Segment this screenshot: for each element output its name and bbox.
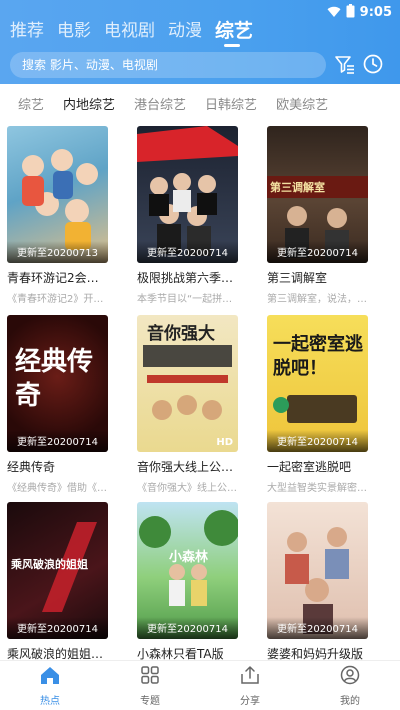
list-item[interactable]: 乘风破浪的姐姐 更新至20200714 乘风破浪的姐姐会… <box>7 502 108 662</box>
poster-image: 第三调解室 更新至20200714 <box>267 126 368 263</box>
wifi-icon <box>327 3 341 22</box>
poster-title: 乘风破浪的姐姐 <box>11 558 88 571</box>
status-bar: 9:05 <box>0 0 400 22</box>
poster-image: 更新至20200713 <box>7 126 108 263</box>
nav-label: 分享 <box>240 695 260 707</box>
list-item[interactable]: 经典传奇 更新至20200714 经典传奇 《经典传奇》借助《… <box>7 315 108 494</box>
tab-tv-series[interactable]: 电视剧 <box>104 20 155 42</box>
card-title: 音你强大线上公益… <box>137 460 238 474</box>
header: 9:05 推荐 电影 电视剧 动漫 综艺 搜索 影片、动漫、电视剧 <box>0 0 400 84</box>
update-label: 更新至20200714 <box>267 430 368 452</box>
update-label: 更新至20200714 <box>267 617 368 639</box>
update-label: 更新至20200714 <box>137 617 238 639</box>
nav-label: 专题 <box>140 695 160 707</box>
topics-icon <box>140 665 160 689</box>
card-title: 一起密室逃脱吧 <box>267 460 352 474</box>
card-title: 经典传奇 <box>7 460 56 474</box>
card-desc: 《音你强大》线上公… <box>137 483 237 494</box>
list-item[interactable]: 音你强大 HD 音你强大线上公益… 《音你强大》线上公… <box>137 315 238 494</box>
poster-image: 更新至20200714 <box>267 502 368 639</box>
subtab-variety[interactable]: 综艺 <box>18 94 44 113</box>
list-item[interactable]: 更新至20200714 极限挑战第六季特… 本季节目以“一起拼… <box>137 126 238 305</box>
main-tabs: 推荐 电影 电视剧 动漫 综艺 <box>10 20 253 47</box>
list-item[interactable]: 一起密室逃脱吧！ 更新至20200714 一起密室逃脱吧 大型益智类实景解密… <box>267 315 368 494</box>
list-item[interactable]: 更新至20200714 婆婆和妈妈升级版 <box>267 502 368 662</box>
list-item[interactable]: 第三调解室 更新至20200714 第三调解室 第三调解室，说法，… <box>267 126 368 305</box>
update-label: 更新至20200713 <box>7 241 108 263</box>
card-desc: 大型益智类实景解密… <box>267 483 367 494</box>
update-label: 更新至20200714 <box>267 241 368 263</box>
poster-image: 一起密室逃脱吧！ 更新至20200714 <box>267 315 368 452</box>
update-label: 更新至20200714 <box>137 241 238 263</box>
subtab-jp-kr[interactable]: 日韩综艺 <box>205 94 257 113</box>
card-desc: 《经典传奇》借助《… <box>7 483 107 494</box>
home-icon <box>39 665 61 689</box>
update-label: 更新至20200714 <box>7 617 108 639</box>
nav-label: 热点 <box>40 695 60 707</box>
hd-badge: HD <box>216 437 233 448</box>
filter-icon[interactable] <box>334 53 356 75</box>
card-desc: 第三调解室，说法，… <box>267 294 367 305</box>
poster-image: 小森林 更新至20200714 <box>137 502 238 639</box>
list-item[interactable]: 小森林 更新至20200714 小森林只看TA版 <box>137 502 238 662</box>
poster-title: 一起密室逃脱吧！ <box>273 334 363 379</box>
subtab-western[interactable]: 欧美综艺 <box>276 94 328 113</box>
poster-title: 第三调解室 <box>270 181 325 194</box>
subtab-hk-tw[interactable]: 港台综艺 <box>134 94 186 113</box>
card-title: 极限挑战第六季特… <box>137 271 238 285</box>
share-icon <box>239 665 261 689</box>
nav-hot[interactable]: 热点 <box>0 661 100 710</box>
card-title: 第三调解室 <box>267 271 328 285</box>
tab-variety[interactable]: 综艺 <box>215 20 253 47</box>
poster-image: 经典传奇 更新至20200714 <box>7 315 108 452</box>
poster-image: 音你强大 HD <box>137 315 238 452</box>
card-desc: 《青春环游记2》开… <box>7 294 104 305</box>
poster-image: 乘风破浪的姐姐 更新至20200714 <box>7 502 108 639</box>
status-time: 9:05 <box>359 5 392 20</box>
poster-title: 经典传奇 <box>15 347 94 411</box>
subtab-mainland[interactable]: 内地综艺 <box>63 94 115 113</box>
poster-image: 更新至20200714 <box>137 126 238 263</box>
tab-recommend[interactable]: 推荐 <box>10 20 44 42</box>
nav-share[interactable]: 分享 <box>200 661 300 710</box>
card-desc: 本季节目以“一起拼… <box>137 294 233 305</box>
list-item[interactable]: 更新至20200713 青春环游记2会员版 《青春环游记2》开… <box>7 126 108 305</box>
search-input[interactable]: 搜索 影片、动漫、电视剧 <box>10 52 326 78</box>
nav-label: 我的 <box>340 695 360 707</box>
profile-icon <box>340 665 360 689</box>
nav-profile[interactable]: 我的 <box>300 661 400 710</box>
battery-icon <box>346 3 355 22</box>
card-title: 青春环游记2会员版 <box>7 271 108 285</box>
tab-anime[interactable]: 动漫 <box>168 20 202 42</box>
poster-title: 小森林 <box>169 550 209 565</box>
bottom-nav: 热点 专题 分享 我的 <box>0 660 400 710</box>
nav-topics[interactable]: 专题 <box>100 661 200 710</box>
update-label: 更新至20200714 <box>7 430 108 452</box>
sub-tabs: 综艺 内地综艺 港台综艺 日韩综艺 欧美综艺 <box>0 84 400 122</box>
history-icon[interactable] <box>362 53 384 75</box>
poster-title: 音你强大 <box>147 324 215 344</box>
tab-movies[interactable]: 电影 <box>57 20 91 42</box>
